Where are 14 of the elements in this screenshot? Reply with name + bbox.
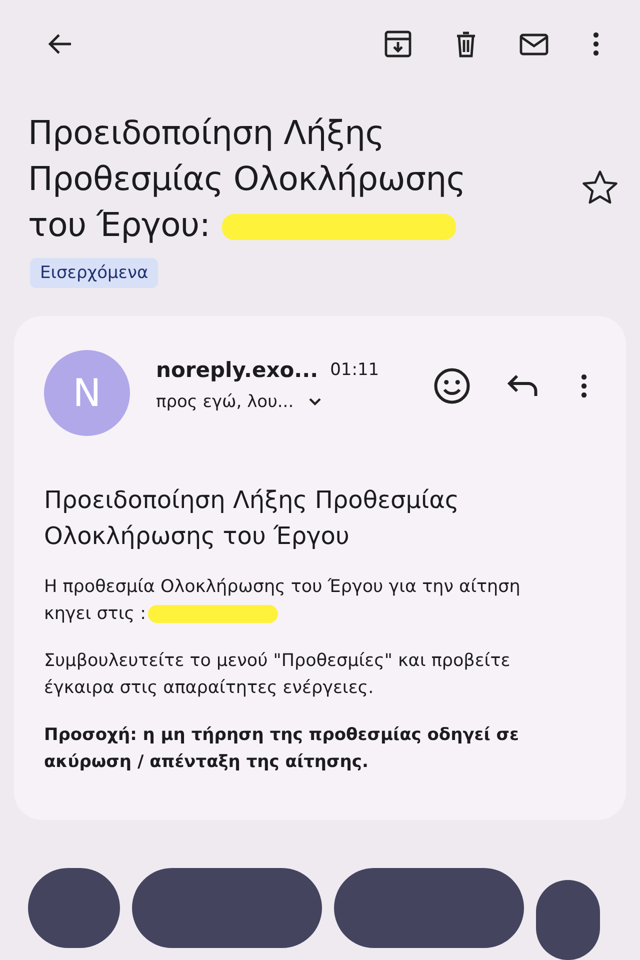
archive-icon[interactable] [382, 28, 414, 60]
label-chip[interactable]: Εισερχόμενα [30, 258, 158, 288]
circle-button[interactable] [536, 880, 600, 960]
message-heading: Προειδοποίηση Λήξης Προθεσμίας Ολοκλήρωσης του Έργου [44, 485, 460, 552]
sender-name: noreply.exo... [156, 358, 318, 382]
message-paragraph: Προσοχή: η μη τήρηση της προθεσμίας οδηγεί σε ακύρωση / απένταξη της αίτησης. [44, 724, 520, 774]
recipients: προς εγώ, λου... [156, 392, 294, 412]
message-paragraph: Συμβουλευτείτε το μενού "Προθεσμίες" και προβείτε έγκαιρα στις απαραίτητες ενέργειες. [44, 650, 512, 700]
emoji-icon[interactable] [432, 366, 472, 406]
avatar: N [44, 350, 130, 436]
email-subject: Προειδοποίηση Λήξης Προθεσμίας Ολοκλήρωσης του Έργου: [28, 112, 466, 246]
message-paragraph: Η προθεσμία Ολοκλήρωσης του Έργου για την αίτηση κηγει στις : [44, 576, 522, 626]
chevron-down-icon[interactable] [308, 397, 322, 407]
message-time: 01:11 [330, 360, 380, 380]
